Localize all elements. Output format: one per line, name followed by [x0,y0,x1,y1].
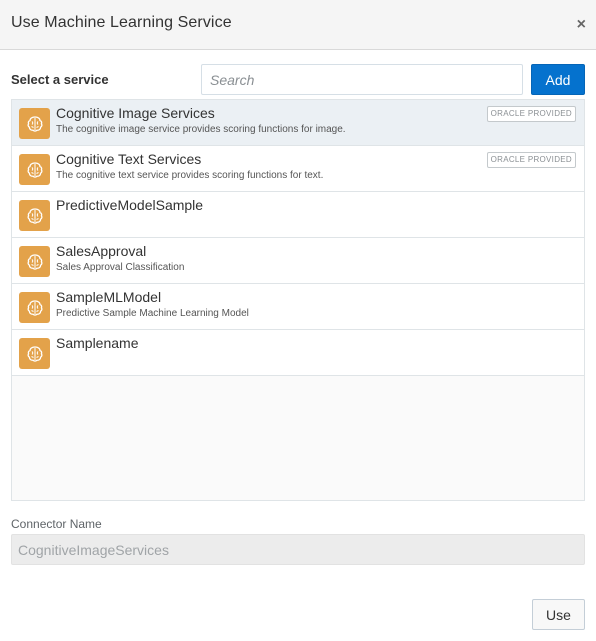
brain-icon [19,338,50,369]
service-name: SampleMLModel [56,289,162,305]
search-input[interactable] [201,64,523,95]
use-button[interactable]: Use [532,599,585,630]
add-button[interactable]: Add [531,64,585,95]
close-icon[interactable]: × [577,16,586,34]
oracle-provided-badge: ORACLE PROVIDED [486,152,576,168]
service-name: PredictiveModelSample [56,197,204,213]
service-description: Predictive Sample Machine Learning Model [56,308,249,319]
brain-icon [19,246,50,277]
service-name: SalesApproval [56,243,147,259]
service-name: Cognitive Text Services [56,151,202,167]
service-list-item[interactable]: Samplename [12,330,584,376]
oracle-provided-badge: ORACLE PROVIDED [486,106,576,122]
service-description: The cognitive image service provides sco… [56,124,346,135]
service-list-item[interactable]: SalesApproval Sales Approval Classificati… [12,238,584,284]
service-list: Cognitive Image Services The cognitive im… [11,99,585,501]
service-list-item[interactable]: Cognitive Image Services The cognitive im… [12,100,584,146]
service-name: Samplename [56,335,139,351]
service-description: Sales Approval Classification [56,262,185,273]
service-description: The cognitive text service provides scor… [56,170,324,181]
brain-icon [19,292,50,323]
service-list-item[interactable]: SampleMLModel Predictive Sample Machine L… [12,284,584,330]
connector-name-field[interactable] [11,534,585,565]
ml-service-dialog: Use Machine Learning Service × Select a … [0,0,596,641]
select-service-label: Select a service [11,72,109,87]
dialog-header: Use Machine Learning Service × [0,0,596,50]
brain-icon [19,108,50,139]
service-list-item[interactable]: PredictiveModelSample [12,192,584,238]
brain-icon [19,200,50,231]
service-list-item[interactable]: Cognitive Text Services The cognitive tex… [12,146,584,192]
dialog-title: Use Machine Learning Service [11,14,232,31]
brain-icon [19,154,50,185]
connector-name-label: Connector Name [11,517,102,531]
service-name: Cognitive Image Services [56,105,215,121]
